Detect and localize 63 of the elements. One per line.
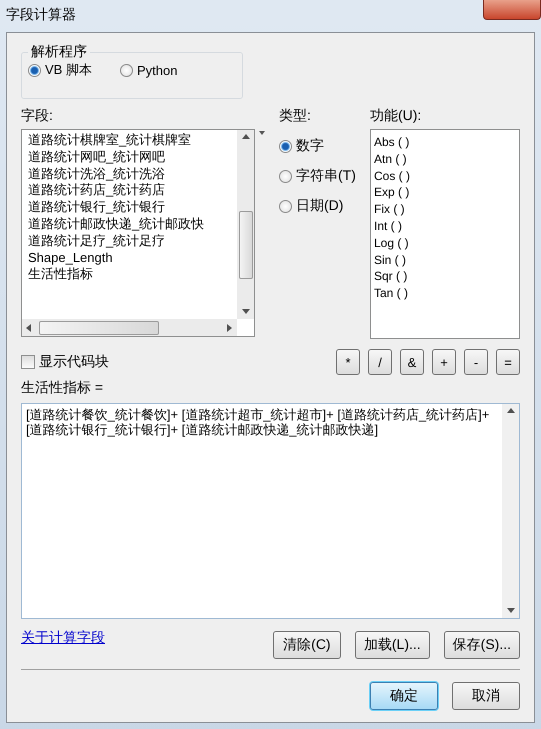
down-arrow-icon[interactable] [242, 308, 250, 316]
function-item[interactable]: Tan ( ) [374, 285, 516, 302]
dialog-button[interactable]: 取消 [452, 682, 520, 710]
field-item[interactable]: 道路统计足疗_统计足疗 [28, 232, 231, 250]
function-item[interactable]: Fix ( ) [374, 201, 516, 218]
up-arrow-icon[interactable] [506, 407, 514, 415]
functions-list[interactable]: Abs ( ) Atn ( ) Cos ( ) Exp ( ) Fix ( ) Int ( ) Log ( ) Sin ( ) Sqr ( ) Tan ( ) [370, 129, 520, 339]
function-item[interactable]: Sqr ( ) [374, 268, 516, 286]
field-item[interactable]: 道路统计银行_统计银行 [28, 199, 231, 216]
radio-label: 字符串(T) [296, 167, 356, 185]
sort-icon[interactable] [259, 129, 265, 135]
operator-button[interactable]: * [336, 349, 360, 375]
field-item[interactable]: 道路统计洗浴_统计洗浴 [28, 166, 231, 182]
group-title: 解析程序 [30, 43, 88, 61]
operator-button[interactable]: - [464, 349, 488, 375]
tool-button[interactable]: 清除(C) [272, 631, 341, 659]
down-arrow-icon[interactable] [506, 607, 514, 615]
type-radio[interactable]: 字符串(T) [279, 167, 370, 185]
tool-button[interactable]: 保存(S)... [444, 631, 520, 659]
expression-field[interactable]: [道路统计餐饮_统计餐饮]+ [道路统计超市_统计超市]+ [道路统计药店_统计药店]+ [道路统计银行_统计银行]+ [道路统计邮政快递_统计邮政快递] [21, 403, 520, 619]
field-item[interactable]: 生活性指标 [28, 266, 231, 284]
about-link[interactable]: 关于计算字段 [21, 629, 259, 647]
function-item[interactable]: Abs ( ) [374, 134, 516, 151]
operator-button[interactable]: & [400, 349, 424, 375]
fields-label: 字段: [21, 107, 54, 125]
radio-label: 日期(D) [296, 197, 344, 215]
left-arrow-icon[interactable] [25, 324, 33, 332]
field-item[interactable]: 道路统计邮政快递_统计邮政快 [28, 216, 231, 233]
tool-button[interactable]: 加载(L)... [354, 631, 430, 659]
field-item[interactable]: 道路统计药店_统计药店 [28, 182, 231, 200]
window-title: 字段计算器 [6, 6, 76, 24]
close-button[interactable] [483, 0, 541, 20]
vertical-scrollbar[interactable] [502, 404, 519, 618]
expression-label: 生活性指标 = [21, 379, 104, 397]
up-arrow-icon[interactable] [242, 133, 250, 141]
parser-radio[interactable]: VB 脚本 [28, 61, 92, 79]
type-radio[interactable]: 日期(D) [279, 197, 370, 215]
field-item[interactable]: Shape_Length [28, 250, 231, 266]
horizontal-scrollbar[interactable] [22, 319, 237, 336]
codeblock-checkbox[interactable]: 显示代码块 [21, 353, 109, 371]
radio-label: 数字 [296, 137, 324, 155]
type-label: 类型: [279, 107, 312, 125]
dialog-button[interactable]: 确定 [370, 682, 438, 710]
operator-button[interactable]: + [432, 349, 456, 375]
right-arrow-icon[interactable] [226, 324, 234, 332]
vertical-scrollbar[interactable] [237, 130, 254, 319]
function-item[interactable]: Sin ( ) [374, 252, 516, 268]
operator-button[interactable]: = [496, 349, 520, 375]
operator-button[interactable]: / [368, 349, 392, 375]
radio-label: VB 脚本 [45, 61, 92, 79]
function-item[interactable]: Atn ( ) [374, 150, 516, 168]
function-item[interactable]: Log ( ) [374, 234, 516, 252]
parser-radio[interactable]: Python [120, 62, 178, 78]
field-item[interactable]: 道路统计网吧_统计网吧 [28, 148, 231, 166]
field-item[interactable]: 道路统计棋牌室_统计棋牌室 [28, 132, 231, 149]
function-item[interactable]: Int ( ) [374, 218, 516, 235]
function-item[interactable]: Cos ( ) [374, 168, 516, 184]
type-radio[interactable]: 数字 [279, 137, 370, 155]
fields-list[interactable]: 道路统计棋牌室_统计棋牌室 道路统计网吧_统计网吧 道路统计洗浴_统计洗浴 道路统计药店_统计药店 道路统计银行_统计银行 道路统计邮政快递_统计邮政快 道路统计足疗_统计足疗 Shape_Length 生活性指标 [21, 129, 255, 337]
checkbox-label: 显示代码块 [39, 353, 109, 371]
radio-label: Python [136, 62, 178, 78]
function-item[interactable]: Exp ( ) [374, 184, 516, 202]
functions-label: 功能(U): [370, 107, 422, 125]
